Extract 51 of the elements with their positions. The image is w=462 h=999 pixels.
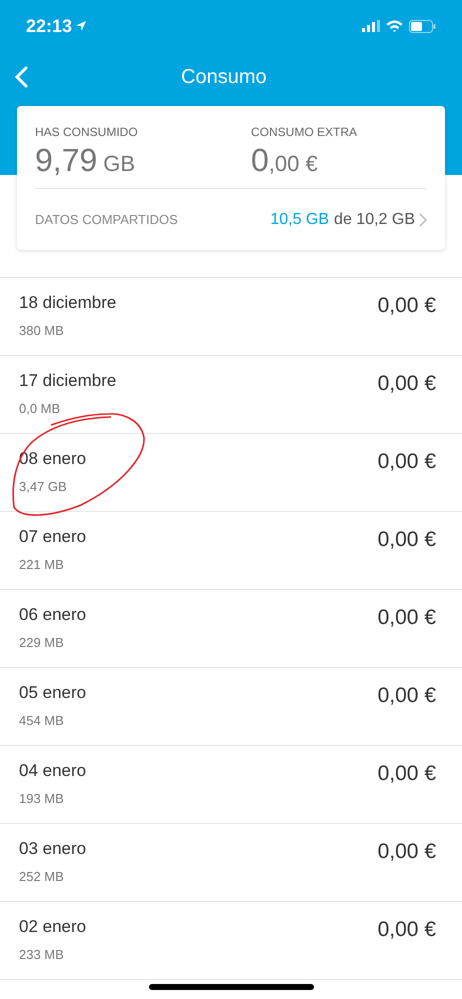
day-row[interactable]: 04 enero 193 MB 0,00 € bbox=[0, 745, 462, 823]
day-date: 05 enero bbox=[19, 682, 86, 704]
day-data: 252 MB bbox=[19, 868, 65, 886]
day-data: 193 MB bbox=[19, 790, 65, 808]
day-cost: 0,00 € bbox=[378, 917, 436, 943]
screen-title: Consumo bbox=[181, 65, 267, 90]
shared-used: 10,5 GB bbox=[270, 210, 330, 230]
day-cost: 0,00 € bbox=[378, 839, 436, 865]
day-cost: 0,00 € bbox=[378, 683, 436, 709]
extra-decimals: ,00 € bbox=[268, 150, 318, 178]
day-date: 18 diciembre bbox=[19, 292, 116, 314]
day-row[interactable]: 07 enero 221 MB 0,00 € bbox=[0, 511, 462, 589]
day-row[interactable]: 17 diciembre 0,0 MB 0,00 € bbox=[0, 355, 462, 433]
day-cost: 0,00 € bbox=[378, 527, 436, 553]
day-cost: 0,00 € bbox=[378, 761, 436, 787]
day-row[interactable]: 06 enero 229 MB 0,00 € bbox=[0, 589, 462, 667]
day-row[interactable]: 03 enero 252 MB 0,00 € bbox=[0, 823, 462, 901]
day-cost: 0,00 € bbox=[378, 605, 436, 631]
day-cost: 0,00 € bbox=[378, 449, 436, 475]
day-data: 3,47 GB bbox=[19, 478, 68, 496]
day-data: 380 MB bbox=[19, 322, 65, 340]
signal-icon bbox=[362, 20, 380, 32]
day-date: 06 enero bbox=[19, 604, 86, 626]
day-cost: 0,00 € bbox=[378, 371, 436, 397]
extra-label: CONSUMO EXTRA bbox=[251, 124, 358, 141]
day-row[interactable]: 18 diciembre 380 MB 0,00 € bbox=[0, 277, 462, 355]
chevron-right-icon bbox=[419, 212, 427, 226]
consumed-unit: GB bbox=[103, 150, 136, 178]
consumed-label: HAS CONSUMIDO bbox=[35, 124, 139, 141]
shared-total: de 10,2 GB bbox=[334, 210, 415, 230]
battery-icon bbox=[409, 20, 436, 32]
day-data: 221 MB bbox=[19, 556, 65, 574]
shared-data-row[interactable]: DATOS COMPARTIDOS 10,5 GB de 10,2 GB bbox=[35, 189, 427, 250]
day-data: 233 MB bbox=[19, 946, 65, 964]
wifi-icon bbox=[386, 20, 403, 32]
day-date: 17 diciembre bbox=[19, 370, 116, 392]
day-row[interactable]: 05 enero 454 MB 0,00 € bbox=[0, 667, 462, 745]
shared-label: DATOS COMPARTIDOS bbox=[35, 210, 178, 229]
day-data: 229 MB bbox=[19, 634, 65, 652]
day-date: 02 enero bbox=[19, 916, 86, 938]
day-data: 454 MB bbox=[19, 712, 65, 730]
day-date: 04 enero bbox=[19, 760, 86, 782]
extra-value: 0 bbox=[251, 141, 269, 179]
day-date: 07 enero bbox=[19, 526, 86, 548]
consumed-value: 9,79 bbox=[35, 141, 98, 179]
day-data: 0,0 MB bbox=[19, 400, 62, 418]
status-time: 22:13 bbox=[26, 14, 72, 38]
day-date: 03 enero bbox=[19, 838, 86, 860]
location-arrow-icon bbox=[75, 20, 88, 32]
day-row[interactable]: 02 enero 233 MB 0,00 € bbox=[0, 901, 462, 979]
day-cost: 0,00 € bbox=[378, 293, 436, 319]
